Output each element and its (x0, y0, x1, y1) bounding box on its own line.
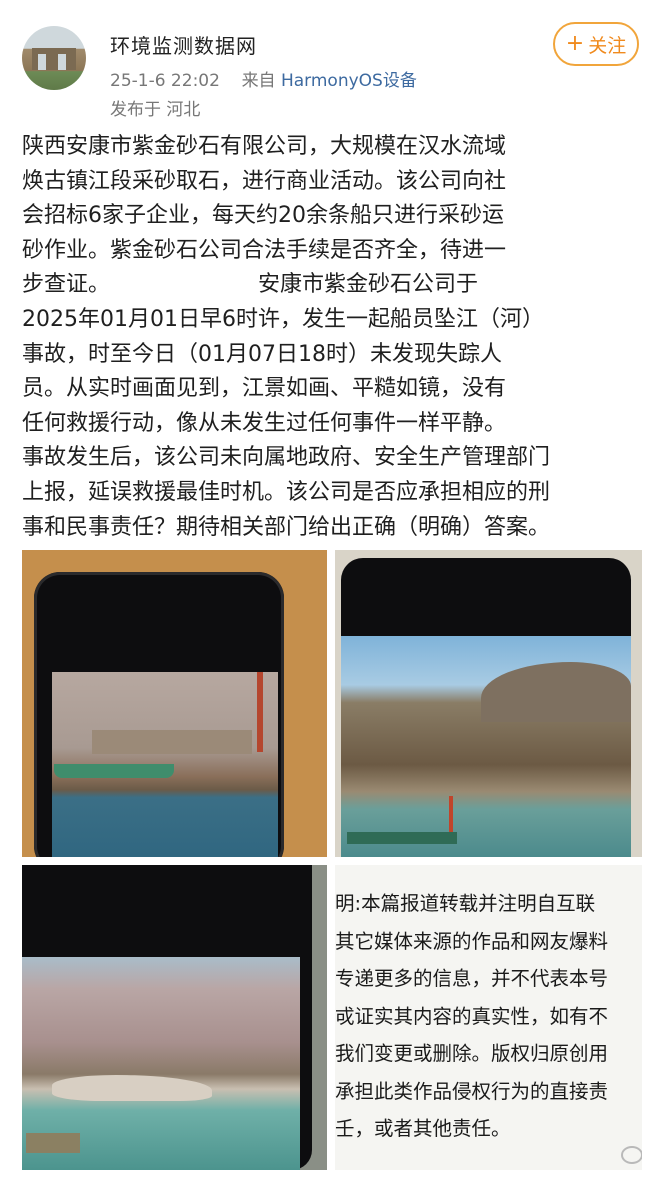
post-line: 2025年01月01日早6时许，发生一起船员坠江（河） (22, 306, 544, 332)
disclaimer-text: 明:本篇报道转载并注明自互联 其它媒体来源的作品和网友爆料 专递更多的信息，并不… (335, 885, 642, 1148)
post-line: 陕西安康市紫金砂石有限公司，大规模在汉水流域 (22, 134, 507, 159)
image-thumbnail-4[interactable]: 明:本篇报道转载并注明自互联 其它媒体来源的作品和网友爆料 专递更多的信息，并不… (335, 865, 642, 1170)
river-sand-mining-photo (52, 672, 278, 857)
post-line-combined: 步查证。 安康市紫金砂石公司于 (22, 268, 642, 303)
post-line: 事故发生后，该公司未向属地政府、安全生产管理部门 (22, 445, 551, 471)
post-meta: 25-1-6 22:02 来自 HarmonyOS设备 (110, 66, 417, 91)
post-location: 发布于 河北 (110, 100, 201, 120)
riverbank-photo (22, 957, 300, 1170)
post-line: 焕古镇江段采砂取石，进行商业活动。该公司向社 (22, 168, 507, 194)
post-line: 事故，时至今日（01月07日18时）未发现失踪人 (22, 341, 502, 367)
disclaimer-line: 我们变更或删除。版权归原创用 (335, 1042, 609, 1065)
post-line: 会招标6家子企业，每天约20余条船只进行采砂运 (22, 203, 504, 229)
post-line: 砂作业。紫金砂石公司合法手续是否齐全，待进一 (22, 237, 507, 263)
post-header: 环境监测数据网 25-1-6 22:02 来自 HarmonyOS设备 发布于 … (0, 0, 662, 130)
post-line: 上报，延误救援最佳时机。该公司是否应承担相应的刑 (22, 479, 551, 505)
disclaimer-line: 承担此类作品侵权行为的直接责 (335, 1079, 609, 1103)
phone-photo (34, 572, 284, 857)
source-device-link[interactable]: HarmonyOS设备 (281, 71, 417, 91)
raft (26, 1133, 80, 1153)
avatar-image (32, 48, 76, 70)
post-timestamp: 25-1-6 22:02 (110, 71, 220, 91)
disclaimer-line: 明:本篇报道转载并注明自互联 (335, 892, 596, 915)
plus-icon: + (565, 31, 585, 56)
disclaimer-line: 壬，或者其他责任。 (335, 1117, 511, 1140)
watermark-icon (621, 1146, 642, 1164)
post-line: 任何救援行动，像从未发生过任何事件一样平静。 (22, 410, 507, 436)
image-thumbnail-3[interactable] (22, 865, 327, 1170)
post-line: 安康市紫金砂石公司于 (258, 272, 479, 298)
follow-button[interactable]: + 关注 (553, 22, 639, 66)
follow-label: 关注 (588, 34, 627, 57)
image-thumbnail-2[interactable] (335, 550, 642, 857)
post-body: 陕西安康市紫金砂石有限公司，大规模在汉水流域 焕古镇江段采砂取石，进行商业活动。… (22, 130, 642, 545)
image-grid: 明:本篇报道转载并注明自互联 其它媒体来源的作品和网友爆料 专递更多的信息，并不… (22, 550, 642, 1170)
boat (54, 764, 174, 778)
author-name[interactable]: 环境监测数据网 (110, 30, 257, 59)
phone-photo (341, 558, 631, 857)
dock-structure (92, 730, 252, 754)
mountain (481, 662, 631, 722)
crane (257, 672, 263, 752)
source-prefix: 来自 (241, 71, 276, 91)
barge (347, 832, 457, 844)
rock (52, 1075, 212, 1101)
post-line: 步查证。 (22, 272, 111, 298)
disclaimer-line: 专递更多的信息，并不代表本号 (335, 967, 609, 990)
disclaimer-line: 其它媒体来源的作品和网友爆料 (335, 929, 609, 953)
phone-photo (22, 865, 312, 1170)
post-line: 事和民事责任？期待相关部门给出正确（明确）答案。 (22, 514, 551, 540)
image-thumbnail-1[interactable] (22, 550, 327, 857)
post-line: 员。从实时画面见到，江景如画、平糙如镜，没有 (22, 376, 507, 402)
river-valley-photo (341, 636, 631, 857)
mast (449, 796, 453, 832)
avatar[interactable] (22, 26, 86, 90)
disclaimer-line: 戓证实其内容的真实性，如有不 (335, 1004, 609, 1028)
